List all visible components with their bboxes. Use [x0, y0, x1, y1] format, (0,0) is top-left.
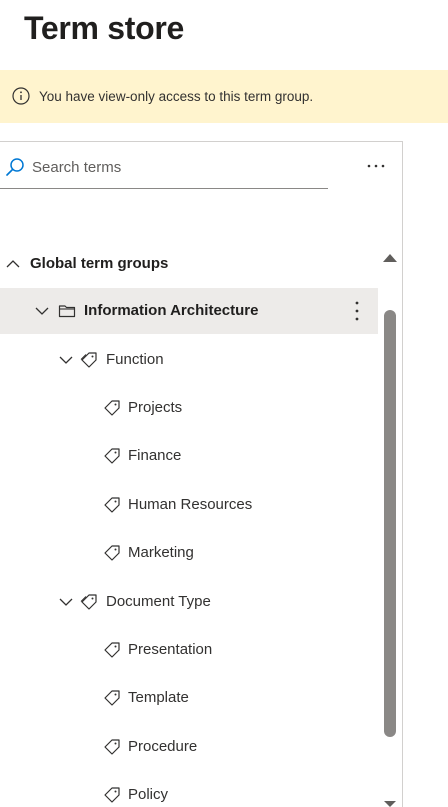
tree-term-marketing[interactable]: Marketing: [0, 530, 378, 576]
search-icon: [6, 158, 24, 176]
chevron-down-icon[interactable]: [34, 303, 50, 319]
more-vertical-icon[interactable]: [344, 297, 370, 325]
info-icon: [12, 87, 30, 105]
search-input[interactable]: [32, 154, 322, 180]
tag-icon: [104, 497, 120, 513]
tag-icon: [104, 787, 120, 803]
scroll-up-arrow-icon[interactable]: [381, 250, 399, 264]
tree-term-label: Human Resources: [128, 496, 253, 513]
tree-term-label: Template: [128, 689, 189, 706]
tag-icon: [104, 545, 120, 561]
tree-termset-label: Document Type: [106, 593, 211, 610]
tag-icon: [104, 690, 120, 706]
chevron-up-icon[interactable]: [5, 256, 21, 272]
search-box[interactable]: [0, 150, 328, 189]
banner-message: You have view-only access to this term g…: [39, 89, 314, 104]
tree-term-projects[interactable]: Projects: [0, 385, 378, 431]
chevron-down-icon[interactable]: [58, 594, 74, 610]
tag-icon: [104, 642, 120, 658]
termset-tags-icon: [80, 594, 97, 610]
tag-icon: [104, 448, 120, 464]
tree-term-presentation[interactable]: Presentation: [0, 627, 378, 673]
tag-icon: [104, 739, 120, 755]
tag-icon: [104, 400, 120, 416]
scroll-down-arrow-icon[interactable]: [381, 800, 399, 807]
tree-termset-label: Function: [106, 351, 164, 368]
page-title: Term store: [24, 10, 185, 46]
tree-term-procedure[interactable]: Procedure: [0, 724, 378, 770]
tree-term-human-resources[interactable]: Human Resources: [0, 482, 378, 528]
tree-term-finance[interactable]: Finance: [0, 433, 378, 479]
tree-root-label: Global term groups: [30, 255, 169, 272]
tree-term-policy[interactable]: Policy: [0, 772, 378, 807]
tree-group-label: Information Architecture: [84, 302, 259, 319]
view-only-banner: You have view-only access to this term g…: [0, 70, 448, 123]
pane-splitter[interactable]: [402, 141, 403, 807]
termset-tags-icon: [80, 352, 97, 368]
folder-icon: [58, 305, 76, 318]
tree-termset-document-type[interactable]: Document Type: [0, 579, 378, 625]
chevron-down-icon[interactable]: [58, 352, 74, 368]
tree-term-label: Policy: [128, 786, 169, 803]
tree-root-global-term-groups[interactable]: Global term groups: [0, 241, 378, 287]
tree-term-template[interactable]: Template: [0, 675, 378, 721]
more-horizontal-icon[interactable]: [362, 152, 390, 180]
tree-term-label: Presentation: [128, 641, 213, 658]
tree-group-information-architecture[interactable]: Information Architecture: [0, 288, 378, 334]
tree-term-label: Projects: [128, 399, 183, 416]
tree-term-label: Procedure: [128, 738, 198, 755]
tree-term-label: Marketing: [128, 544, 194, 561]
tree-term-label: Finance: [128, 447, 182, 464]
scrollbar-thumb[interactable]: [384, 310, 396, 737]
tree-termset-function[interactable]: Function: [0, 337, 378, 383]
pane-divider: [0, 141, 403, 142]
